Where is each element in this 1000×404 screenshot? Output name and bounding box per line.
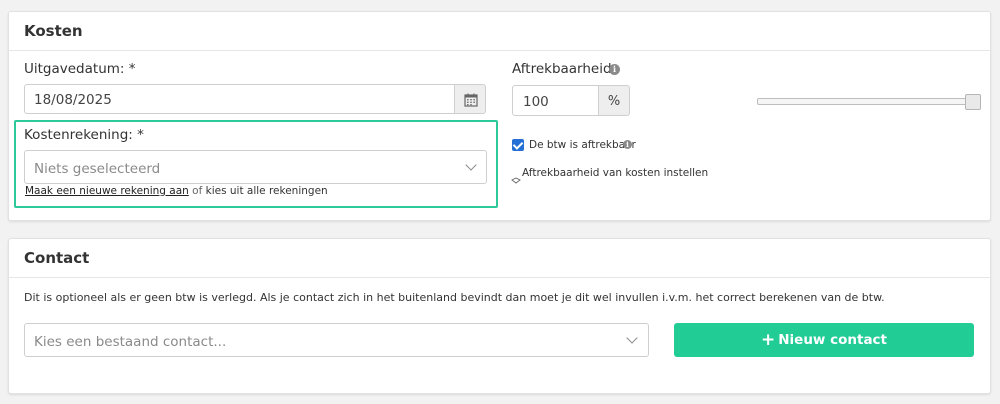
date-label: Uitgavedatum: * [24, 61, 136, 77]
kosten-card-header: Kosten [8, 11, 991, 51]
contact-placeholder: Kies een bestaand contact... [34, 334, 227, 350]
deductibility-input[interactable]: 100 [512, 85, 600, 116]
account-label: Kostenrekening: * [24, 127, 144, 143]
kosten-title: Kosten [24, 22, 83, 40]
new-contact-button[interactable]: + Nieuw contact [674, 323, 974, 357]
percent-sign: % [607, 94, 621, 109]
contact-title: Contact [24, 249, 90, 267]
new-account-link[interactable]: Maak een nieuwe rekening aan [25, 185, 189, 197]
vat-deductible-label: De btw is aftrekbaar [529, 139, 636, 151]
deductibility-slider-thumb[interactable] [965, 94, 981, 110]
deductibility-label: Aftrekbaarheid [512, 61, 612, 77]
scales-icon [511, 170, 521, 189]
or-text: of [192, 185, 203, 197]
deductibility-value: 100 [523, 94, 549, 110]
contact-select[interactable]: Kies een bestaand contact... [24, 323, 649, 357]
choose-all-accounts-link[interactable]: kies uit alle rekeningen [206, 185, 328, 197]
new-contact-label: Nieuw contact [778, 332, 888, 348]
chevron-down-icon [626, 332, 638, 344]
chevron-down-icon [465, 159, 477, 171]
contact-card-header: Contact [8, 238, 991, 278]
date-input[interactable]: 18/08/2025 [24, 84, 455, 114]
date-value: 18/08/2025 [34, 92, 112, 108]
vat-deductible-checkbox[interactable] [512, 139, 524, 151]
calendar-icon [464, 93, 478, 107]
info-icon: i [609, 64, 620, 75]
contact-description: Dit is optioneel als er geen btw is verl… [24, 291, 885, 304]
account-select[interactable]: Niets geselecteerd [24, 150, 487, 184]
set-deductibility-link[interactable]: Aftrekbaarheid van kosten instellen [522, 167, 708, 179]
info-icon: i [623, 140, 632, 149]
percent-addon: % [598, 85, 630, 116]
calendar-button[interactable] [454, 84, 486, 114]
plus-icon: + [760, 330, 776, 350]
account-help-text: Maak een nieuwe rekening aan of kies uit… [25, 185, 328, 197]
account-placeholder: Niets geselecteerd [34, 161, 161, 177]
deductibility-slider-track[interactable] [757, 98, 970, 105]
